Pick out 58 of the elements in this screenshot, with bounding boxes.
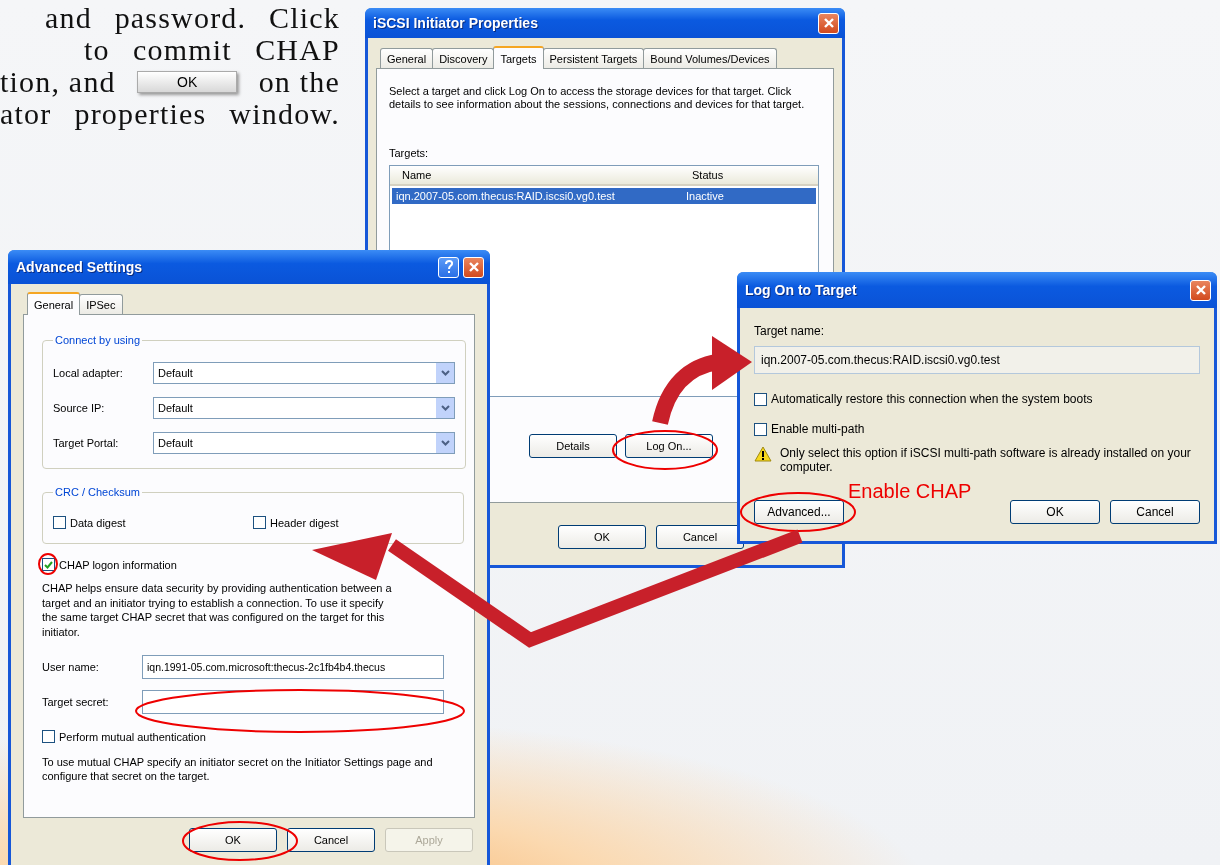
body-text: ator properties window. <box>0 97 340 131</box>
annotation-text: Enable CHAP <box>848 480 972 503</box>
tab[interactable]: IPSec <box>79 294 123 314</box>
checkbox-label: Automatically restore this connection when the system boots <box>771 392 1093 406</box>
checkbox-label: Header digest <box>270 516 339 529</box>
dropdown[interactable]: Default <box>153 432 455 454</box>
dialog-button[interactable]: OK <box>558 525 646 549</box>
ok-button[interactable]: OK <box>137 71 238 93</box>
window-title: Log On to Target <box>745 282 858 298</box>
description-text: To use mutual CHAP specify an initiator secret on the Initiator Settings page and configure that secret on the target. <box>42 755 434 783</box>
group-title: CRC / Checksum <box>54 486 141 498</box>
checkbox-label: Enable multi-path <box>771 422 865 436</box>
field-label: User name: <box>42 661 100 673</box>
advanced-button[interactable]: Advanced... <box>754 500 844 524</box>
column-header[interactable]: Name <box>390 169 680 181</box>
field-label: Target secret: <box>42 696 110 708</box>
dialog-button[interactable]: Cancel <box>1110 500 1200 524</box>
checkbox-label: Data digest <box>70 516 126 529</box>
tab[interactable]: Targets <box>493 46 544 69</box>
list-cell-text: iqn.2007-05.com.thecus:RAID.iscsi0.vg0.test <box>395 190 616 202</box>
checkbox-label: Perform mutual authentication <box>59 730 206 743</box>
field-label: Targets: <box>389 147 430 159</box>
dropdown-value: Default <box>158 437 193 449</box>
dialog-button[interactable]: Cancel <box>287 828 375 852</box>
window-title: Advanced Settings <box>16 259 144 275</box>
column-header[interactable]: Status <box>680 169 818 181</box>
list-row[interactable]: iqn.2007-05.com.thecus:RAID.iscsi0.vg0.test Inactive <box>392 188 816 204</box>
field-label: Local adapter: <box>53 367 124 379</box>
warning-text: Only select this option if iSCSI multi-path software is already installed on your computer. <box>780 446 1192 474</box>
input-field[interactable]: iqn.2007-05.com.thecus:RAID.iscsi0.vg0.test <box>754 346 1200 374</box>
tab[interactable]: Persistent Targets <box>542 48 645 68</box>
field-label: Target name: <box>754 324 826 338</box>
body-text: on the <box>258 65 340 99</box>
dropdown-value: Default <box>158 402 193 414</box>
dropdown[interactable]: Default <box>153 397 455 419</box>
dialog-button[interactable]: Details <box>529 434 617 458</box>
tab[interactable]: Discovery <box>432 48 495 68</box>
tab[interactable]: General <box>27 292 81 315</box>
dropdown-value: Default <box>158 367 193 379</box>
tab[interactable]: Bound Volumes/Devices <box>643 48 777 68</box>
body-text: tion, and <box>0 65 116 99</box>
dialog-button[interactable]: Log On... <box>625 434 713 458</box>
input-field[interactable]: iqn.1991-05.com.microsoft:thecus-2c1fb4b4.thecus <box>142 655 444 679</box>
tab[interactable]: General <box>380 48 434 68</box>
window-title: iSCSI Initiator Properties <box>373 15 539 31</box>
group-title: Connect by using <box>54 334 141 346</box>
dialog-button[interactable]: Cancel <box>656 525 744 549</box>
dialog-button[interactable]: OK <box>189 828 277 852</box>
list-cell-text: Inactive <box>685 190 725 202</box>
field-label: Source IP: <box>53 402 106 414</box>
checkbox-label: CHAP logon information <box>59 558 177 571</box>
description-text: CHAP helps ensure data security by providing authentication between a target and an initiator trying to establish a connection. To use it specify the same target CHAP secret that was configured on the target for this initiator. <box>42 581 392 639</box>
description-text: Select a target and click Log On to access the storage devices for that target. Click details to see information about the sessions, connections and devices for that target. <box>389 85 806 111</box>
field-label: Target Portal: <box>53 437 120 449</box>
dialog-button[interactable]: OK <box>1010 500 1100 524</box>
body-text: and password. Click <box>45 1 340 35</box>
dropdown[interactable]: Default <box>153 362 455 384</box>
body-text: to commit CHAP <box>84 33 340 67</box>
